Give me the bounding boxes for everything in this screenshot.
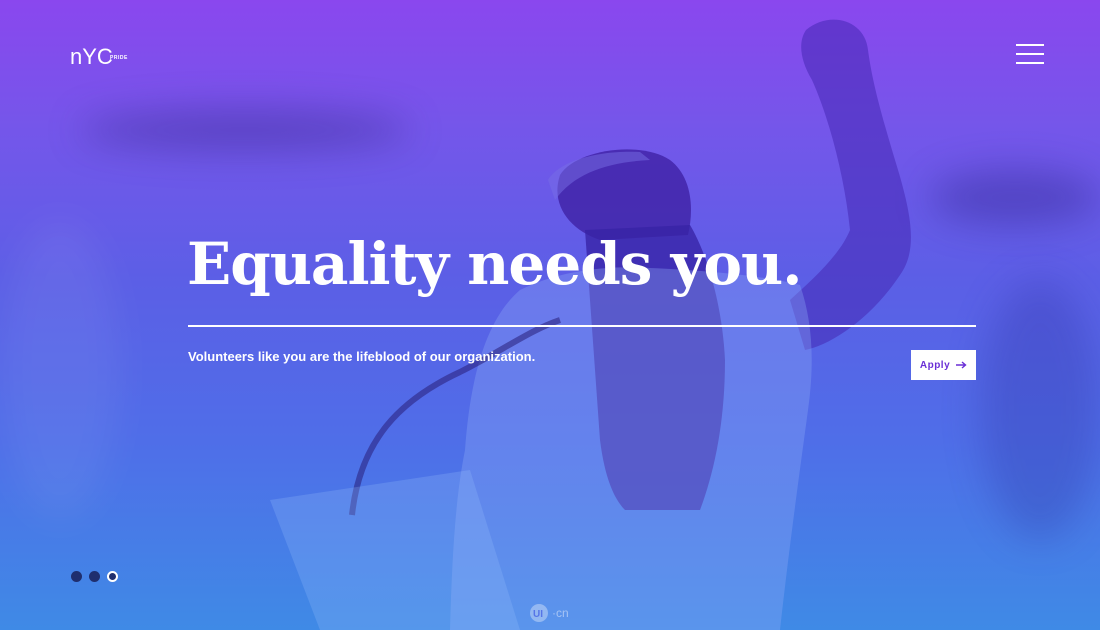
carousel-pagination xyxy=(71,571,118,582)
ui-cn-logo-icon: UI xyxy=(530,604,548,622)
svg-text:UI: UI xyxy=(533,609,543,620)
watermark-suffix: ·cn xyxy=(552,606,569,620)
nyc-pride-logo[interactable]: nYC PRIDE xyxy=(70,40,130,70)
apply-button-label: Apply xyxy=(919,359,951,371)
hamburger-menu-icon[interactable] xyxy=(1016,43,1044,65)
apply-button[interactable]: Apply xyxy=(911,350,976,380)
carousel-dot-2[interactable] xyxy=(89,571,100,582)
hero-section xyxy=(0,0,1100,630)
hero-headline: Equality needs you. xyxy=(187,230,802,298)
watermark: UI ·cn xyxy=(529,603,569,623)
carousel-dot-3-active[interactable] xyxy=(107,571,118,582)
headline-divider xyxy=(188,325,976,327)
svg-text:nYC: nYC xyxy=(70,44,113,69)
menu-bar xyxy=(1016,44,1044,46)
svg-text:PRIDE: PRIDE xyxy=(110,55,128,61)
hero-subtext: Volunteers like you are the lifeblood of… xyxy=(188,349,536,364)
menu-bar xyxy=(1016,62,1044,64)
arrow-right-icon xyxy=(956,361,967,369)
hero-background-photo xyxy=(270,19,911,630)
menu-bar xyxy=(1016,53,1044,55)
carousel-dot-1[interactable] xyxy=(71,571,82,582)
